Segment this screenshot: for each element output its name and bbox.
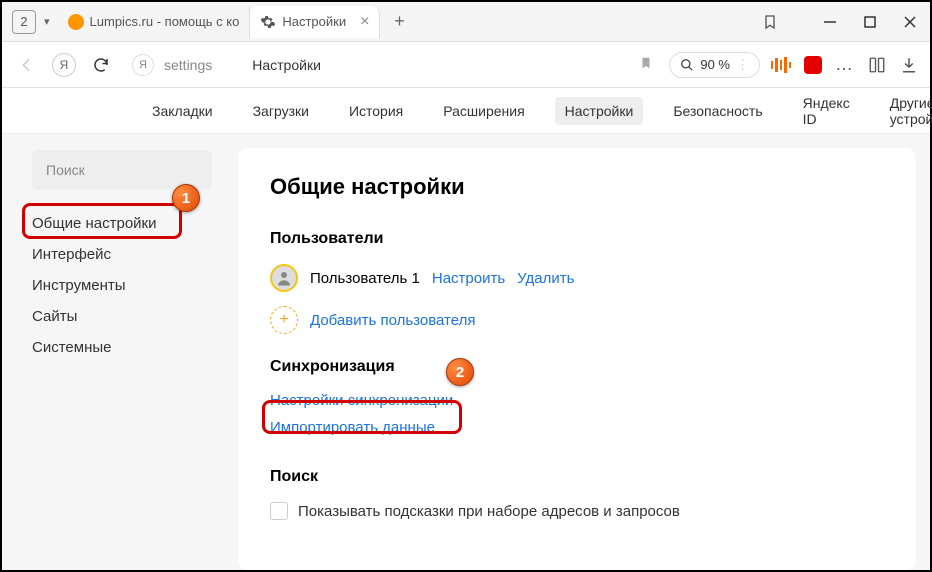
user-row: Пользователь 1 Настроить Удалить xyxy=(270,264,884,292)
users-heading: Пользователи xyxy=(270,230,884,248)
search-input[interactable]: Поиск xyxy=(32,150,212,190)
titlebar: 2 ▾ Lumpics.ru - помощь с ко Настройки ×… xyxy=(2,2,930,42)
avatar xyxy=(270,264,298,292)
sync-heading: Синхронизация xyxy=(270,358,884,376)
minimize-button[interactable] xyxy=(810,2,850,42)
url-text: settings xyxy=(164,57,212,73)
bookmark-icon[interactable] xyxy=(639,56,653,73)
gear-icon xyxy=(260,14,276,30)
nav-settings[interactable]: Настройки xyxy=(555,97,644,125)
sidebar-item-tools[interactable]: Инструменты xyxy=(32,270,232,301)
nav-downloads[interactable]: Загрузки xyxy=(243,97,319,125)
sync-settings-link[interactable]: Настройки синхронизации xyxy=(270,392,884,409)
url-bar[interactable]: Я settings Настройки xyxy=(126,49,659,81)
settings-nav: Закладки Загрузки История Расширения Нас… xyxy=(2,88,930,134)
checkbox-label: Показывать подсказки при наборе адресов … xyxy=(298,503,680,520)
maximize-button[interactable] xyxy=(850,2,890,42)
sidebar: Поиск Общие настройки Интерфейс Инструме… xyxy=(2,134,232,570)
main-area: Поиск Общие настройки Интерфейс Инструме… xyxy=(2,134,930,570)
equalizer-icon[interactable] xyxy=(770,54,792,76)
checkbox[interactable] xyxy=(270,502,288,520)
adblock-icon[interactable] xyxy=(802,54,824,76)
nav-security[interactable]: Безопасность xyxy=(663,97,772,125)
checkbox-row[interactable]: Показывать подсказки при наборе адресов … xyxy=(270,502,884,520)
nav-other-devices[interactable]: Другие устройства xyxy=(880,89,932,133)
content-panel: Общие настройки Пользователи Пользовател… xyxy=(238,148,916,570)
close-window-button[interactable] xyxy=(890,2,930,42)
close-icon[interactable]: × xyxy=(360,13,369,31)
tab-count-button[interactable]: 2 xyxy=(12,10,36,34)
url-page-title: Настройки xyxy=(252,57,321,73)
tab-label: Настройки xyxy=(282,14,346,29)
browser-tab-active[interactable]: Настройки × xyxy=(250,6,380,38)
new-tab-button[interactable]: + xyxy=(386,9,412,35)
plus-icon: + xyxy=(270,306,298,334)
user-name: Пользователь 1 xyxy=(310,270,420,287)
url-favicon: Я xyxy=(132,54,154,76)
sidebar-item-general[interactable]: Общие настройки xyxy=(32,208,232,239)
import-data-link[interactable]: Импортировать данные xyxy=(270,419,884,436)
search-heading: Поиск xyxy=(270,468,884,486)
sidebar-item-system[interactable]: Системные xyxy=(32,332,232,363)
page-title: Общие настройки xyxy=(270,174,884,200)
nav-extensions[interactable]: Расширения xyxy=(433,97,534,125)
add-user-row[interactable]: + Добавить пользователя xyxy=(270,306,884,334)
zoom-label: 90 % xyxy=(700,57,730,72)
sidebar-item-sites[interactable]: Сайты xyxy=(32,301,232,332)
sidebar-item-interface[interactable]: Интерфейс xyxy=(32,239,232,270)
nav-bookmarks[interactable]: Закладки xyxy=(142,97,223,125)
more-extensions-button[interactable]: … xyxy=(834,54,856,76)
back-button[interactable] xyxy=(12,50,42,80)
extensions-icon[interactable] xyxy=(866,54,888,76)
yandex-logo-icon[interactable]: Я xyxy=(52,53,76,77)
zoom-indicator[interactable]: 90 % ⋮ xyxy=(669,52,760,78)
nav-history[interactable]: История xyxy=(339,97,413,125)
bookmark-ribbon-icon[interactable] xyxy=(750,2,790,42)
browser-tab[interactable]: Lumpics.ru - помощь с ко xyxy=(58,6,251,38)
tab-label: Lumpics.ru - помощь с ко xyxy=(90,14,240,29)
downloads-icon[interactable] xyxy=(898,54,920,76)
reload-button[interactable] xyxy=(86,50,116,80)
nav-yandex-id[interactable]: Яндекс ID xyxy=(793,89,860,133)
user-delete-link[interactable]: Удалить xyxy=(517,270,574,287)
address-bar: Я Я settings Настройки 90 % ⋮ … xyxy=(2,42,930,88)
user-configure-link[interactable]: Настроить xyxy=(432,270,505,287)
chevron-down-icon[interactable]: ▾ xyxy=(44,15,50,28)
lumpics-favicon xyxy=(68,14,84,30)
add-user-link: Добавить пользователя xyxy=(310,312,475,329)
